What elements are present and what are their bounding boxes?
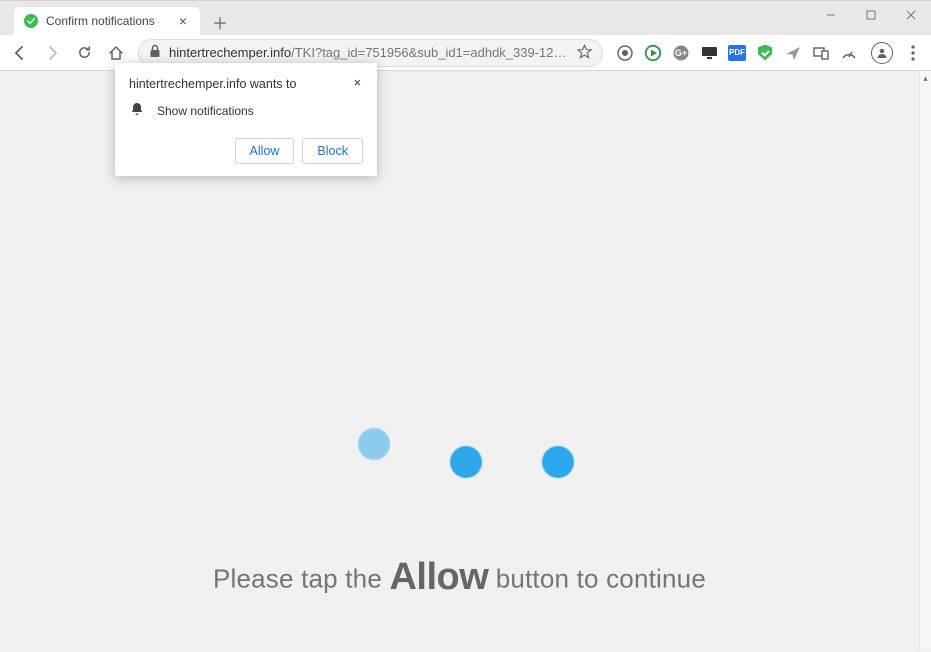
- prompt-message: Show notifications: [157, 104, 254, 118]
- lock-icon: [149, 44, 161, 61]
- reload-button[interactable]: [70, 39, 98, 67]
- block-button[interactable]: Block: [302, 138, 363, 164]
- instruction-after: button to continue: [488, 563, 706, 593]
- pdf-badge: PDF: [728, 45, 746, 61]
- allow-button[interactable]: Allow: [235, 138, 295, 164]
- instruction-before: Please tap the: [213, 563, 389, 593]
- tab-title: Confirm notifications: [46, 14, 176, 28]
- window-minimize-button[interactable]: [811, 1, 851, 29]
- extension-devices-icon[interactable]: [809, 41, 833, 65]
- extension-gplus-icon[interactable]: G+: [669, 41, 693, 65]
- extension-circle-play-icon[interactable]: [613, 41, 637, 65]
- browser-titlebar: Confirm notifications × ＋: [0, 1, 931, 35]
- scroll-up-arrow-icon[interactable]: ▴: [920, 71, 931, 85]
- page-instruction-text: Please tap the Allow button to continue: [0, 556, 919, 599]
- loading-dot-icon: [542, 446, 574, 478]
- forward-button[interactable]: [38, 39, 66, 67]
- loading-dot-icon: [358, 428, 390, 460]
- tab-close-icon[interactable]: ×: [176, 14, 190, 28]
- extension-gauge-icon[interactable]: [837, 41, 861, 65]
- extensions-area: G+ PDF: [607, 41, 925, 65]
- bell-icon: [129, 101, 145, 120]
- instruction-emphasis: Allow: [389, 556, 488, 598]
- extension-play-green-icon[interactable]: [641, 41, 665, 65]
- chrome-menu-button[interactable]: [901, 41, 925, 65]
- url-host: hintertrechemper.info: [169, 45, 291, 60]
- url-path: /TKI?tag_id=751956&sub_id1=adhdk_339-124…: [291, 45, 571, 60]
- notification-permission-prompt: hintertrechemper.info wants to × Show no…: [115, 63, 377, 176]
- extension-monitor-icon[interactable]: [697, 41, 721, 65]
- bookmark-star-icon[interactable]: [577, 44, 592, 62]
- extension-paperplane-icon[interactable]: [781, 41, 805, 65]
- loading-dots-animation: [358, 446, 574, 478]
- extension-shield-icon[interactable]: [753, 41, 777, 65]
- prompt-title: hintertrechemper.info wants to: [129, 77, 296, 91]
- favicon-check-icon: [24, 14, 38, 28]
- vertical-scrollbar[interactable]: ▴: [919, 71, 931, 649]
- extension-pdf-icon[interactable]: PDF: [725, 41, 749, 65]
- window-close-button[interactable]: [891, 1, 931, 29]
- loading-dot-icon: [450, 446, 482, 478]
- window-controls: [811, 1, 931, 29]
- svg-text:G+: G+: [675, 48, 687, 58]
- prompt-close-icon[interactable]: ×: [352, 77, 363, 90]
- window-maximize-button[interactable]: [851, 1, 891, 29]
- browser-tab[interactable]: Confirm notifications ×: [14, 7, 200, 35]
- back-button[interactable]: [6, 39, 34, 67]
- new-tab-button[interactable]: ＋: [208, 10, 232, 34]
- profile-avatar-icon[interactable]: [871, 42, 893, 64]
